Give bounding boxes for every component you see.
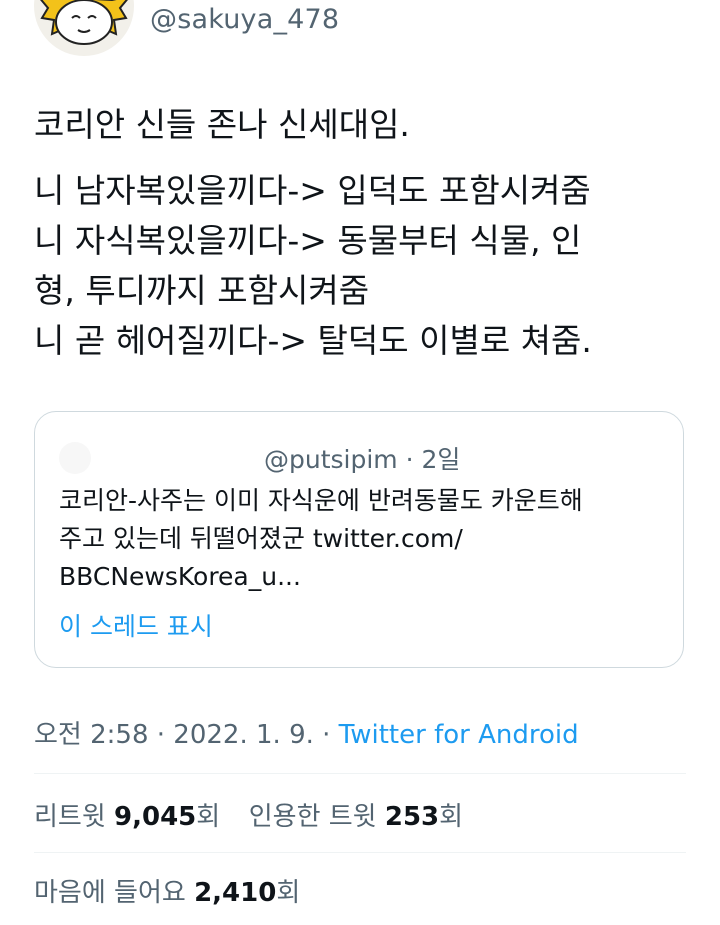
likes-label: 마음에 들어요 [34, 878, 195, 908]
tweet-line: 니 남자복있을끼다-> 입덕도 포함시켜줌 [34, 171, 591, 210]
quote-tweets-unit: 회 [439, 802, 464, 832]
quoted-author-handle-time: @putsipim · 2일 [264, 445, 461, 474]
tweet-line: 형, 투디까지 포함시켜줌 [34, 271, 370, 310]
quoted-tweet-card[interactable]: @putsipim · 2일 코리안-사주는 이미 자식운에 반려동물도 카운트… [34, 411, 684, 668]
quoted-tweet-line: 코리안-사주는 이미 자식운에 반려동물도 카운트해 [59, 486, 583, 515]
quoted-author-avatar[interactable] [59, 442, 91, 474]
quoted-tweet-line[interactable]: BBCNewsKorea_u... [59, 558, 659, 596]
quoted-tweet-line[interactable]: 주고 있는데 뒤떨어졌군 twitter.com/ [59, 520, 659, 558]
retweets-stat[interactable]: 리트윗 9,045회 [34, 802, 220, 832]
author-handle[interactable]: @sakuya_478 [150, 4, 339, 35]
likes-unit: 회 [276, 878, 301, 908]
stats-row-shares: 리트윗 9,045회 인용한 트윗 253회 [34, 796, 463, 833]
quote-tweets-label: 인용한 트윗 [248, 802, 385, 832]
author-avatar[interactable] [34, 0, 134, 56]
meta-separator: · [148, 720, 174, 750]
stats-row-likes: 마음에 들어요 2,410회 [34, 872, 300, 909]
quoted-tweet-text: 코리안-사주는 이미 자식운에 반려동물도 카운트해 주고 있는데 뒤떨어졌군 … [59, 482, 659, 596]
tweet-meta: 오전 2:58 · 2022. 1. 9. · Twitter for Andr… [34, 714, 579, 751]
show-thread-link[interactable]: 이 스레드 표시 [59, 607, 213, 643]
tweet-text: 코리안 신들 존나 신세대임. 니 남자복있을끼다-> 입덕도 포함시켜줌 니 … [34, 100, 694, 366]
likes-count: 2,410 [194, 878, 277, 908]
tweet-header: @sakuya_478 [0, 0, 720, 60]
quote-tweets-stat[interactable]: 인용한 트윗 253회 [249, 802, 463, 832]
quote-tweets-count: 253 [384, 802, 440, 832]
tweet-paragraph-gap [34, 150, 694, 166]
tweet-date[interactable]: 2022. 1. 9. [173, 720, 314, 750]
retweets-unit: 회 [196, 802, 221, 832]
meta-separator: · [313, 720, 339, 750]
likes-stat[interactable]: 마음에 들어요 2,410회 [34, 878, 300, 908]
retweets-count: 9,045 [114, 802, 197, 832]
quoted-author-name-blurred[interactable] [103, 446, 253, 468]
divider [34, 852, 686, 853]
tweet-line: 니 자식복있을끼다-> 동물부터 식물, 인 [34, 221, 582, 260]
tweet-source-link[interactable]: Twitter for Android [339, 720, 579, 750]
retweets-label: 리트윗 [34, 802, 115, 832]
tweet-time[interactable]: 오전 2:58 [34, 720, 149, 750]
quoted-tweet-header: @putsipim · 2일 [59, 440, 659, 474]
tweet-line: 니 곧 헤어질끼다-> 탈덕도 이별로 쳐줌. [34, 321, 592, 360]
tweet-line: 코리안 신들 존나 신세대임. [34, 105, 410, 144]
divider [34, 773, 686, 774]
